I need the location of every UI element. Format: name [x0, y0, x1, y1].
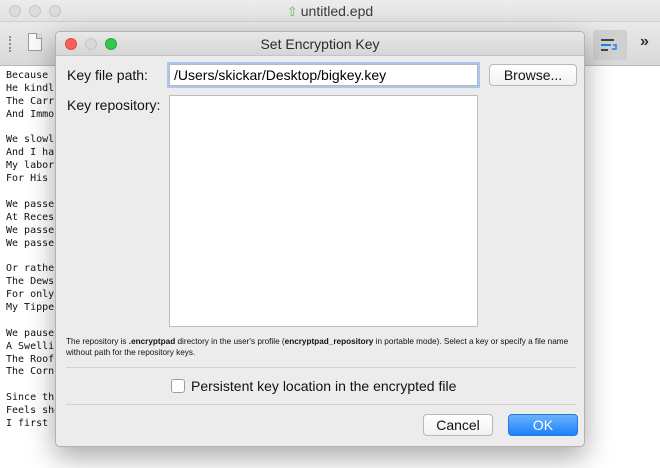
set-encryption-key-dialog: Set Encryption Key Key file path: Browse…	[55, 31, 585, 447]
key-file-path-label: Key file path:	[67, 67, 148, 83]
key-file-path-input[interactable]	[169, 64, 478, 86]
new-document-icon[interactable]	[28, 33, 42, 51]
help-text-bold: .encryptpad	[128, 337, 176, 346]
window-titlebar: ⇧ untitled.epd	[0, 0, 660, 22]
grip-handle-icon[interactable]	[9, 36, 11, 52]
help-text-part: The repository is	[66, 337, 129, 346]
word-wrap-button[interactable]	[593, 30, 627, 60]
persistent-key-label[interactable]: Persistent key location in the encrypted…	[191, 378, 456, 394]
dialog-title: Set Encryption Key	[260, 36, 380, 52]
up-arrow-icon: ⇧	[286, 4, 298, 19]
ok-button[interactable]: OK	[508, 414, 578, 436]
overflow-chevron-icon[interactable]: »	[640, 33, 649, 51]
divider	[66, 404, 576, 405]
key-repository-label: Key repository:	[67, 97, 161, 113]
dialog-titlebar: Set Encryption Key	[56, 32, 584, 56]
repository-help-text: The repository is .encryptpad directory …	[66, 336, 578, 358]
browse-button[interactable]: Browse...	[489, 64, 577, 86]
window-title-text: untitled.epd	[300, 3, 374, 19]
key-repository-list[interactable]	[169, 95, 478, 327]
divider	[66, 367, 576, 368]
window-title: ⇧ untitled.epd	[0, 3, 660, 20]
cancel-button[interactable]: Cancel	[423, 414, 493, 436]
word-wrap-icon	[601, 39, 617, 51]
persistent-key-checkbox[interactable]	[171, 379, 185, 393]
help-text-bold: encryptpad_repository	[284, 337, 374, 346]
help-text-part: directory in the user's profile (	[175, 337, 285, 346]
